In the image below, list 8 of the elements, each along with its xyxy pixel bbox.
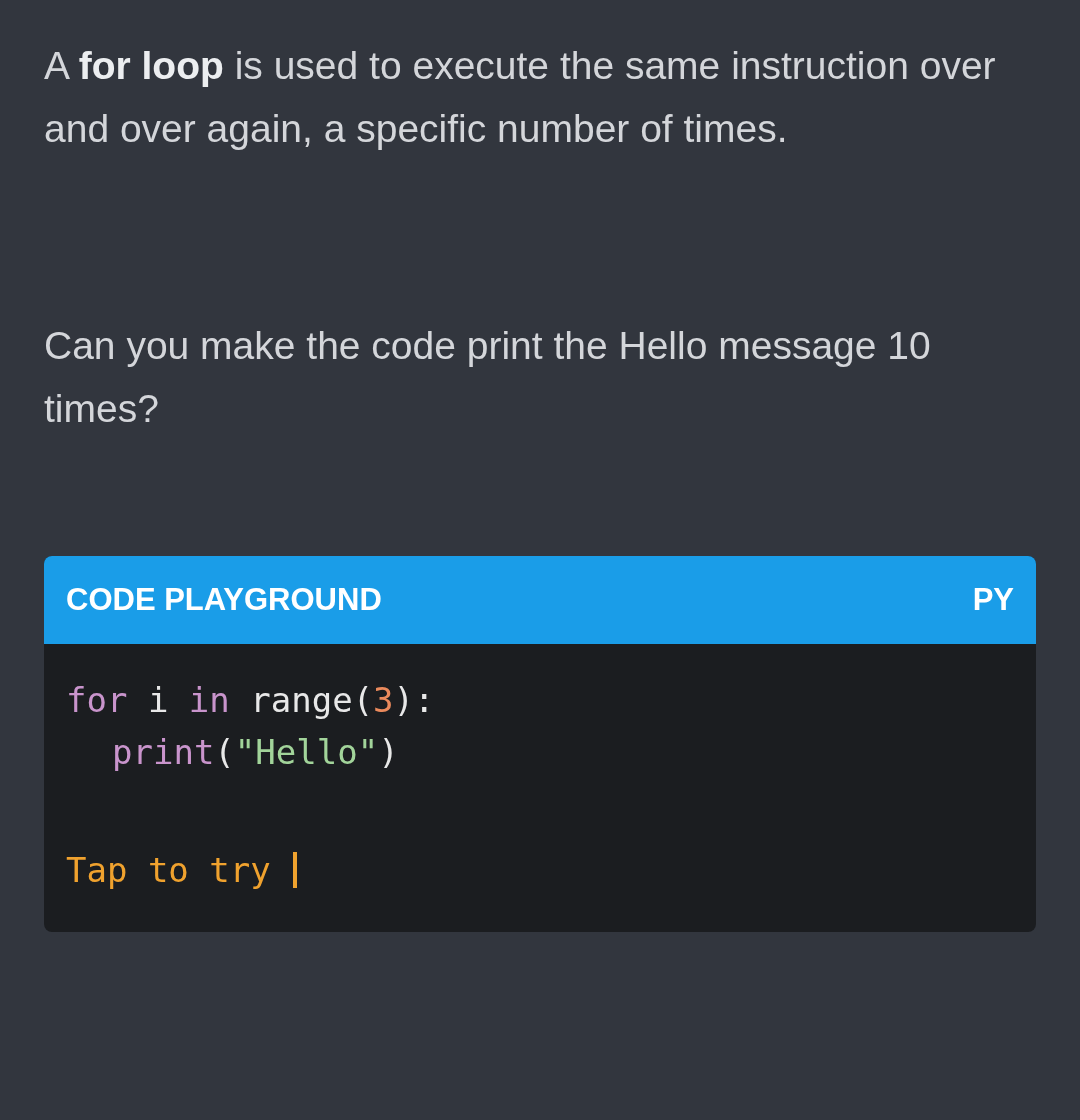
tap-to-try-hint[interactable]: Tap to try [66, 844, 271, 896]
instruction-text: A for loop is used to execute the same instruction over and over again, a specific number of times. [44, 43, 997, 152]
code-line: for i in range(3): [66, 679, 435, 722]
language-label: PY [972, 582, 1014, 618]
playground-title: CODE PLAYGROUND [66, 582, 382, 618]
instruction-text: Can you make the code print the Hello message 10 times? [44, 323, 932, 432]
code-playground-card[interactable]: CODE PLAYGROUND PY for i in range(3): print("Hello") Tap to try [44, 556, 1036, 932]
code-line: print("Hello") [111, 731, 399, 774]
